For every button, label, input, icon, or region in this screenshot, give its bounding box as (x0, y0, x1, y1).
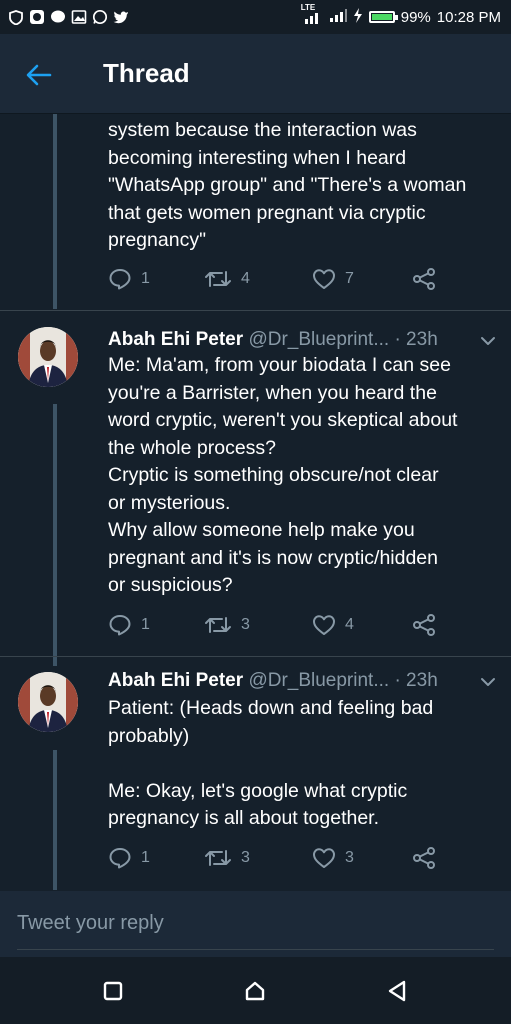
share-button[interactable] (412, 268, 436, 290)
system-navigation-bar (0, 957, 511, 1024)
author-handle[interactable]: @Dr_Blueprint... (248, 329, 389, 350)
retweet-icon (205, 271, 231, 287)
reply-button[interactable]: 1 (108, 847, 150, 869)
page-title: Thread (103, 58, 190, 88)
share-icon (413, 847, 435, 869)
reply-icon (109, 615, 131, 636)
thread-connector (53, 750, 57, 890)
top-app-bar: Thread (0, 34, 511, 114)
retweet-count: 3 (241, 849, 250, 866)
tweet-actions: 1 3 4 (108, 614, 448, 642)
reply-composer: Tweet your reply (0, 891, 511, 957)
retweet-button[interactable]: 3 (204, 847, 250, 869)
back-nav-button[interactable] (383, 977, 411, 1005)
retweet-icon (205, 850, 231, 866)
tweet-actions: 1 4 7 (108, 268, 448, 296)
back-button[interactable] (24, 60, 54, 90)
chevron-down-icon[interactable] (479, 332, 497, 350)
recents-button[interactable] (99, 977, 127, 1005)
thread-connector (53, 114, 57, 309)
like-button[interactable]: 7 (312, 268, 354, 290)
reply-underline (17, 949, 494, 950)
retweet-count: 4 (241, 270, 250, 287)
reply-count: 1 (141, 616, 150, 633)
triangle-back-icon (388, 980, 406, 1002)
like-count: 4 (345, 616, 354, 633)
reply-input[interactable]: Tweet your reply (17, 912, 164, 935)
battery-icon (368, 11, 398, 23)
twitter-bird-icon (113, 9, 129, 25)
square-icon (103, 981, 123, 1001)
chevron-down-icon[interactable] (479, 673, 497, 691)
reply-count: 1 (141, 849, 150, 866)
retweet-button[interactable]: 3 (204, 614, 250, 636)
retweet-icon (205, 617, 231, 633)
lte-signal-icon: LTE (301, 3, 323, 24)
charging-bolt-icon (353, 7, 363, 27)
heart-icon (313, 848, 335, 868)
like-button[interactable]: 4 (312, 614, 354, 636)
avatar[interactable] (18, 327, 78, 387)
network-type: LTE (300, 3, 316, 12)
home-button[interactable] (241, 977, 269, 1005)
share-button[interactable] (412, 847, 436, 869)
reply-icon (109, 269, 131, 290)
tweet-text: system because the interaction was becom… (108, 119, 467, 251)
battery-percentage: 99% (400, 8, 431, 26)
tweet-divider (0, 656, 511, 657)
status-bar: LTE 99% 10:28 PM (0, 0, 511, 34)
signal-icon (329, 8, 347, 26)
message-bubble-icon (50, 9, 66, 25)
profile-photo (18, 327, 78, 387)
tweet-text: Me: Ma'am, from your biodata I can see y… (108, 354, 458, 596)
notification-icons (8, 9, 129, 25)
tweet-actions: 1 3 3 (108, 847, 448, 875)
author-name[interactable]: Abah Ehi Peter (108, 670, 243, 691)
share-icon (413, 268, 435, 290)
retweet-count: 3 (241, 616, 250, 633)
tweet-time: · 23h (394, 670, 438, 691)
heart-icon (313, 269, 335, 289)
share-button[interactable] (412, 614, 436, 636)
whatsapp-icon (92, 9, 108, 25)
reply-count: 1 (141, 270, 150, 287)
tweet-divider (0, 310, 511, 311)
tweet-text: Patient: (Heads down and feeling bad pro… (108, 697, 434, 829)
profile-photo (18, 672, 78, 732)
like-count: 3 (345, 849, 354, 866)
tweet-header: Abah Ehi Peter @Dr_Blueprint... · 23h (108, 328, 438, 352)
vpn-shield-icon (8, 9, 24, 25)
author-name[interactable]: Abah Ehi Peter (108, 329, 243, 350)
reply-button[interactable]: 1 (108, 268, 150, 290)
arrow-left-icon (26, 64, 52, 86)
retweet-button[interactable]: 4 (204, 268, 250, 290)
heart-icon (313, 615, 335, 635)
tweet-time: · 23h (394, 329, 438, 350)
home-icon (245, 981, 265, 1001)
thread-connector (53, 404, 57, 666)
tweet-header: Abah Ehi Peter @Dr_Blueprint... · 23h (108, 669, 438, 693)
avatar[interactable] (18, 672, 78, 732)
share-icon (413, 614, 435, 636)
like-button[interactable]: 3 (312, 847, 354, 869)
like-count: 7 (345, 270, 354, 287)
app-notification-icon (29, 9, 45, 25)
image-icon (71, 9, 87, 25)
clock: 10:28 PM (436, 8, 501, 26)
reply-icon (109, 848, 131, 869)
author-handle[interactable]: @Dr_Blueprint... (248, 670, 389, 691)
reply-button[interactable]: 1 (108, 614, 150, 636)
system-status: LTE 99% 10:28 PM (301, 3, 501, 27)
